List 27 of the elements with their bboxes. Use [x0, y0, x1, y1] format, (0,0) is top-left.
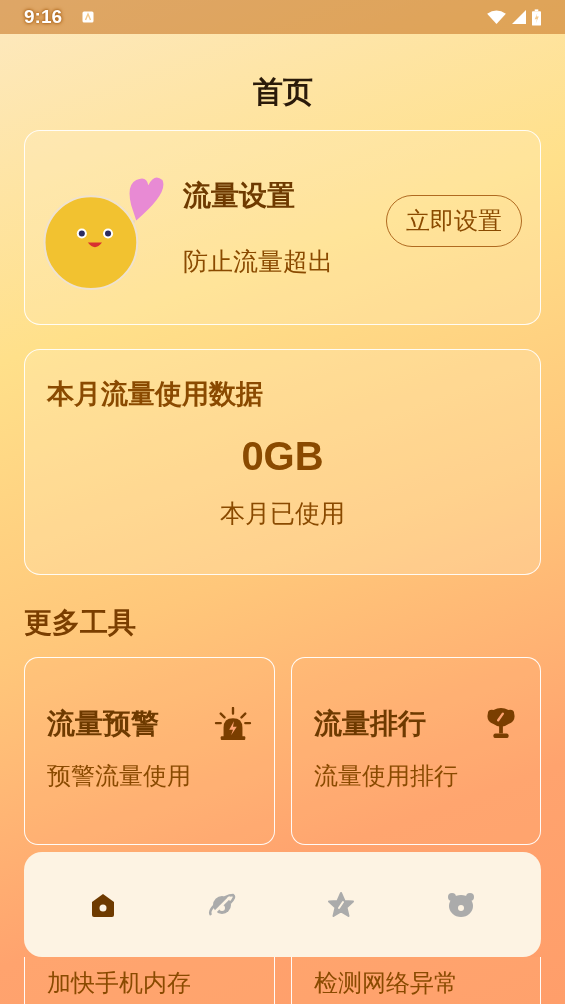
tool-title: 流量排行 [313, 706, 426, 742]
notification-icon [82, 11, 95, 23]
card-subtitle: 防止流量超出 [183, 246, 334, 278]
signal-icon [512, 10, 526, 24]
tool-subtitle: 预警流量使用 [47, 761, 192, 792]
tool-card[interactable]: 加快手机内存 [24, 957, 275, 1004]
usage-caption: 本月已使用 [220, 498, 345, 530]
status-time: 9:16 [24, 6, 63, 28]
tool-card[interactable]: 检测网络异常 [290, 957, 541, 1004]
page-title: 首页 [251, 73, 314, 111]
trophy-icon [484, 708, 518, 740]
bear-icon [447, 890, 476, 919]
section-title: 更多工具 [24, 605, 137, 641]
card-title: 流量设置 [183, 178, 296, 214]
tool-card[interactable]: 流量预警 预警流量使用 [24, 657, 275, 845]
card-title: 本月流量使用数据 [47, 377, 264, 411]
star-icon [327, 890, 356, 919]
tool-subtitle: 检测网络异常 [313, 968, 459, 999]
alarm-light-icon [213, 707, 252, 741]
battery-icon [532, 8, 541, 26]
wifi-icon [487, 9, 506, 25]
tool-subtitle: 流量使用排行 [313, 761, 459, 792]
home-icon [89, 891, 116, 918]
tool-card[interactable]: 流量排行 流量使用排行 [290, 657, 541, 845]
tool-subtitle: 加快手机内存 [47, 968, 192, 999]
tool-title: 流量预警 [47, 706, 159, 742]
usage-amount: 0GB [241, 434, 324, 479]
